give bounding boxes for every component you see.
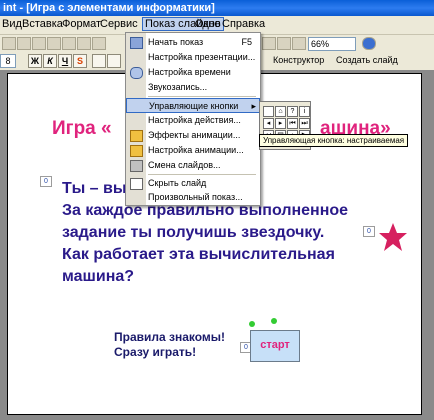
help-icon[interactable] xyxy=(362,37,376,50)
open-icon[interactable] xyxy=(2,37,16,50)
menu-separator xyxy=(148,174,256,175)
shadow-button[interactable]: S xyxy=(73,54,87,68)
timer-icon xyxy=(130,67,143,79)
underline-button[interactable]: Ч xyxy=(58,54,72,68)
menu-start-show[interactable]: Начать показ F5 xyxy=(126,35,260,50)
custom-animation-icon xyxy=(130,145,143,157)
insert-table-icon[interactable] xyxy=(262,37,276,50)
color-grayscale-icon[interactable] xyxy=(292,37,306,50)
menu-record-narration[interactable]: Звукозапись... xyxy=(126,80,260,95)
start-action-button[interactable]: старт xyxy=(250,330,300,362)
constructor-button[interactable]: Конструктор xyxy=(273,55,324,65)
menu-tools[interactable]: Сервис xyxy=(100,18,138,30)
window-title-bar: int - [Игра с элементами информатики] xyxy=(0,0,434,16)
create-slide-label: Создать слайд xyxy=(336,55,398,65)
rules-line: Сразу играть! xyxy=(114,345,197,359)
menu-label: Настройка времени xyxy=(148,67,231,77)
constructor-label: Конструктор xyxy=(273,55,325,65)
zoom-select[interactable]: 66% xyxy=(308,37,356,51)
rules-line: Правила знакомы! xyxy=(114,330,226,344)
menu-label: Начать показ xyxy=(148,37,204,47)
menu-separator xyxy=(148,96,256,97)
menu-window[interactable]: Окно xyxy=(195,18,221,30)
info-action-button-icon[interactable]: i xyxy=(299,106,310,117)
submenu-arrow-icon: ▸ xyxy=(251,101,256,111)
save-icon[interactable] xyxy=(17,37,31,50)
menu-label: Скрыть слайд xyxy=(148,178,207,188)
menu-hide-slide[interactable]: Скрыть слайд xyxy=(126,176,260,191)
menu-label: Настройка анимации... xyxy=(148,145,244,155)
star-icon[interactable] xyxy=(378,222,408,252)
paste-icon[interactable] xyxy=(77,37,91,50)
custom-action-button-icon[interactable] xyxy=(263,106,274,117)
menu-label: Произвольный показ... xyxy=(148,192,243,202)
create-slide-button[interactable]: Создать слайд xyxy=(336,55,398,65)
back-action-button-icon[interactable]: ◂ xyxy=(263,118,274,129)
font-size-select[interactable]: 8 xyxy=(0,54,16,68)
help-action-button-icon[interactable]: ? xyxy=(287,106,298,117)
menu-label: Смена слайдов... xyxy=(148,160,221,170)
font-size-value: 8 xyxy=(5,56,11,66)
home-action-button-icon[interactable]: ⌂ xyxy=(275,106,286,117)
rotate-handle[interactable] xyxy=(271,318,277,324)
start-button-label: старт xyxy=(260,339,290,351)
beginning-action-button-icon[interactable]: ⏮ xyxy=(287,118,298,129)
menu-setup-show[interactable]: Настройка презентации... xyxy=(126,50,260,65)
transition-icon xyxy=(130,160,143,172)
animation-marker[interactable]: 0 xyxy=(40,176,52,187)
menu-custom-show[interactable]: Произвольный показ... xyxy=(126,191,260,204)
menu-rehearse-timings[interactable]: Настройка времени xyxy=(126,65,260,80)
slideshow-icon xyxy=(130,37,143,49)
menu-shortcut: F5 xyxy=(241,37,252,47)
forward-action-button-icon[interactable]: ▸ xyxy=(275,118,286,129)
align-left-button[interactable] xyxy=(92,54,106,68)
menu-action-settings[interactable]: Настройка действия... xyxy=(126,113,260,128)
insert-chart-icon[interactable] xyxy=(277,37,291,50)
slide-body-line[interactable]: Как работает эта вычислительная xyxy=(62,246,335,264)
menu-custom-animation[interactable]: Настройка анимации... xyxy=(126,143,260,158)
italic-button[interactable]: К xyxy=(43,54,57,68)
slide-body-line[interactable]: машина? xyxy=(62,268,134,286)
menu-label: Настройка действия... xyxy=(148,115,241,125)
menu-animation-effects[interactable]: Эффекты анимации... xyxy=(126,128,260,143)
window-title: int - [Игра с элементами информатики] xyxy=(3,2,215,14)
rules-text[interactable]: Правила знакомы! Сразу играть! xyxy=(114,330,225,360)
animation-marker[interactable]: 0 xyxy=(363,226,375,237)
spellcheck-icon[interactable] xyxy=(32,37,46,50)
animation-effects-icon xyxy=(130,130,143,142)
menu-label: Эффекты анимации... xyxy=(148,130,241,140)
zoom-value: 66% xyxy=(311,39,330,49)
cut-icon[interactable] xyxy=(47,37,61,50)
menu-action-buttons[interactable]: Управляющие кнопки ▸ xyxy=(126,98,260,113)
menu-slide-transition[interactable]: Смена слайдов... xyxy=(126,158,260,173)
align-center-button[interactable] xyxy=(107,54,121,68)
slideshow-menu: Начать показ F5 Настройка презентации...… xyxy=(125,32,261,206)
menu-label: Управляющие кнопки xyxy=(149,101,239,111)
slide-body-line[interactable]: задание ты получишь звездочку. xyxy=(62,224,324,242)
menu-help[interactable]: Справка xyxy=(222,18,265,30)
rotate-handle[interactable] xyxy=(249,321,255,327)
format-painter-icon[interactable] xyxy=(92,37,106,50)
bold-button[interactable]: Ж xyxy=(28,54,42,68)
tooltip: Управляющая кнопка: настраиваемая xyxy=(259,134,409,147)
end-action-button-icon[interactable]: ⏭ xyxy=(299,118,310,129)
menu-view[interactable]: Вид xyxy=(2,18,22,30)
menu-insert[interactable]: Вставка xyxy=(22,18,63,30)
hide-slide-icon xyxy=(130,178,143,190)
slide-title-left[interactable]: Игра « xyxy=(52,118,112,140)
copy-icon[interactable] xyxy=(62,37,76,50)
menu-format[interactable]: Формат xyxy=(62,18,101,30)
menu-label: Настройка презентации... xyxy=(148,52,256,62)
menu-label: Звукозапись... xyxy=(148,82,208,92)
